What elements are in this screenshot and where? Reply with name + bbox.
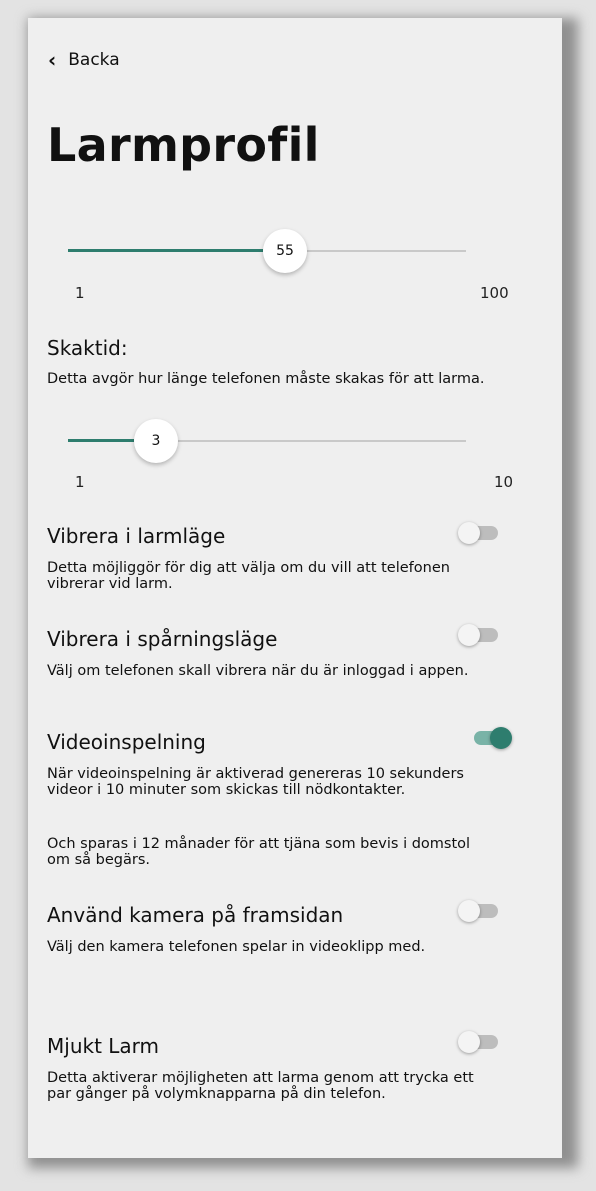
slider-min-label: 1 <box>75 284 85 302</box>
chevron-left-icon: ‹ <box>48 48 57 72</box>
vibrate-alarm-toggle[interactable] <box>458 522 500 544</box>
vibrate-alarm-heading: Vibrera i larmläge <box>47 524 226 548</box>
soft-alarm-toggle[interactable] <box>458 1031 500 1053</box>
vibrate-tracking-toggle[interactable] <box>458 624 500 646</box>
slider-max-label: 100 <box>480 284 509 302</box>
slider-fill <box>68 439 134 442</box>
page-title: Larmprofil <box>47 118 320 172</box>
front-camera-toggle[interactable] <box>458 900 500 922</box>
shake-time-description: Detta avgör hur länge telefonen måste sk… <box>47 371 485 387</box>
slider-thumb[interactable]: 3 <box>134 419 178 463</box>
video-recording-toggle[interactable] <box>468 727 512 749</box>
back-button[interactable]: ‹ Backa <box>48 50 120 70</box>
sensitivity-slider[interactable]: 55 <box>68 229 466 273</box>
vibrate-tracking-description: Välj om telefonen skall vibrera när du ä… <box>47 663 469 679</box>
slider-fill <box>68 249 263 252</box>
vibrate-alarm-description: Detta möjliggör för dig att välja om du … <box>47 560 450 592</box>
back-label: Backa <box>68 50 120 70</box>
video-recording-heading: Videoinspelning <box>47 730 206 754</box>
soft-alarm-heading: Mjukt Larm <box>47 1034 160 1058</box>
shake-time-heading: Skaktid: <box>47 336 128 360</box>
slider-max-label: 10 <box>494 473 514 491</box>
video-recording-description: När videoinspelning är aktiverad generer… <box>47 766 464 798</box>
slider-min-label: 1 <box>75 473 85 491</box>
slider-thumb[interactable]: 55 <box>263 229 307 273</box>
video-recording-description-2: Och sparas i 12 månader för att tjäna so… <box>47 836 471 868</box>
front-camera-description: Välj den kamera telefonen spelar in vide… <box>47 939 426 955</box>
vibrate-tracking-heading: Vibrera i spårningsläge <box>47 627 278 651</box>
shake-time-slider[interactable]: 3 <box>68 419 466 463</box>
front-camera-heading: Använd kamera på framsidan <box>47 903 344 927</box>
soft-alarm-description: Detta aktiverar möjligheten att larma ge… <box>47 1070 474 1102</box>
